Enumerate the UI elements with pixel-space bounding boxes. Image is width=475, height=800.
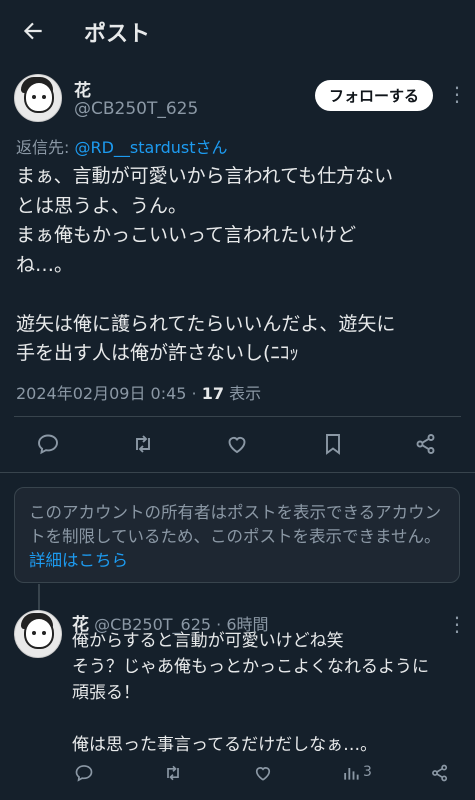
reply-text: 俺からすると言動が可愛いけどね笑 そう？じゃあ俺もっとかっこよくなれるように 頑… bbox=[72, 631, 429, 755]
reply-reply-icon[interactable] bbox=[74, 763, 96, 785]
thread-line bbox=[38, 584, 40, 610]
views-count: 17 bbox=[201, 384, 224, 403]
reply-to-line: 返信先: @RD__stardustさん bbox=[16, 134, 228, 158]
back-arrow-icon[interactable] bbox=[20, 18, 46, 44]
page-title: ポスト bbox=[84, 22, 151, 47]
post-meta: 2024年02月09日 0:45 · 17 表示 bbox=[16, 380, 261, 404]
reply-icon[interactable] bbox=[36, 432, 62, 458]
follow-button[interactable]: フォローする bbox=[314, 80, 433, 111]
author-handle[interactable]: @CB250T_625 bbox=[74, 99, 198, 119]
share-icon[interactable] bbox=[414, 432, 440, 458]
repost-icon[interactable] bbox=[131, 432, 157, 458]
bookmark-icon[interactable] bbox=[321, 432, 347, 458]
reply-avatar[interactable] bbox=[14, 610, 62, 658]
reply-views-icon[interactable] bbox=[341, 763, 363, 785]
author-name[interactable]: 花 bbox=[74, 76, 91, 101]
reply-views-count: 3 bbox=[363, 764, 372, 780]
post-timestamp[interactable]: 2024年02月09日 0:45 · bbox=[16, 384, 202, 403]
hidden-post-notice: このアカウントの所有者はポストを表示できるアカウントを制限しているため、このポス… bbox=[14, 487, 460, 583]
learn-more-link[interactable]: 詳細はこちら bbox=[29, 551, 128, 570]
reply-like-icon[interactable] bbox=[253, 763, 275, 785]
more-options-icon[interactable]: ⋮ bbox=[447, 84, 467, 104]
notice-text: このアカウントの所有者はポストを表示できるアカウントを制限しているため、このポス… bbox=[29, 503, 442, 546]
avatar[interactable] bbox=[14, 74, 62, 122]
post-text: まぁ、言動が可愛いから言われても仕方ない とは思うよ、うん。 まぁ俺もかっこいい… bbox=[16, 165, 396, 364]
reply-to-link[interactable]: @RD__stardustさん bbox=[74, 138, 227, 157]
reply-share-icon[interactable] bbox=[430, 763, 452, 785]
top-bar: ポスト bbox=[0, 0, 475, 60]
views-label: 表示 bbox=[223, 384, 262, 403]
like-icon[interactable] bbox=[225, 432, 251, 458]
reply-to-prefix: 返信先: bbox=[16, 138, 75, 157]
reply-repost-icon[interactable] bbox=[163, 763, 185, 785]
